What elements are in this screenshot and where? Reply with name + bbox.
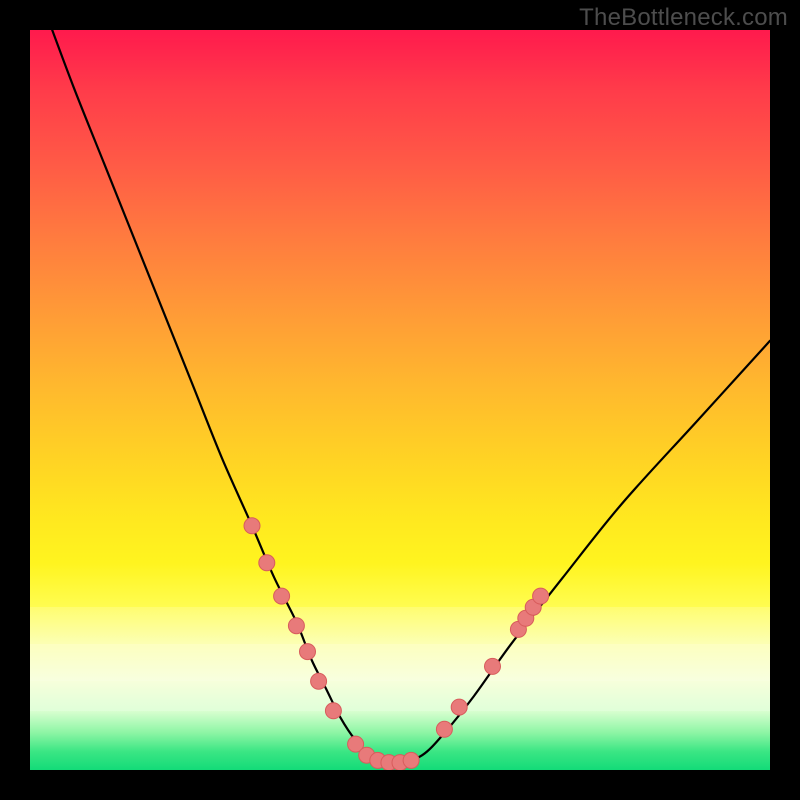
chart-frame: TheBottleneck.com bbox=[0, 0, 800, 800]
plot-area bbox=[30, 30, 770, 770]
watermark-text: TheBottleneck.com bbox=[579, 4, 788, 32]
